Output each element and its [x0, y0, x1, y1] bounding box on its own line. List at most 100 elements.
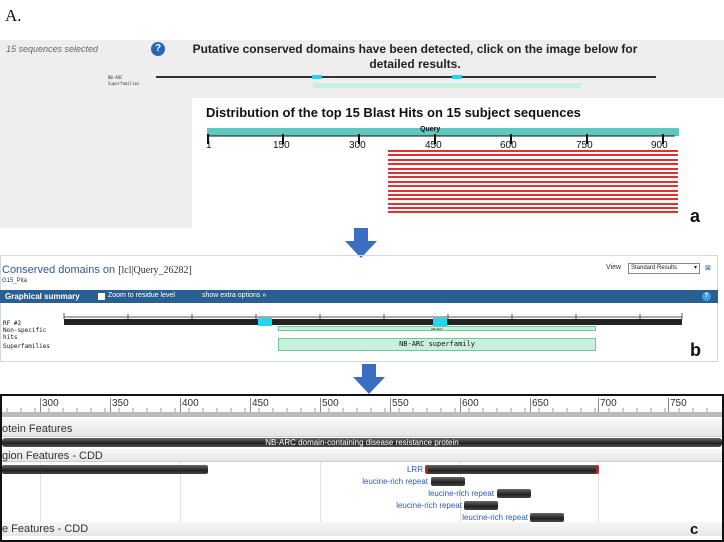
- ruler-major-tick: [598, 398, 599, 412]
- superfamily-bar[interactable]: NB-ARC superfamily: [278, 338, 596, 351]
- ruler-tick-label: 350: [112, 398, 129, 409]
- ruler-tick-label: 400: [182, 398, 199, 409]
- ruler-tick-label: 650: [532, 398, 549, 409]
- blast-hit-line[interactable]: [388, 171, 678, 174]
- feature-label-lrr-repeat[interactable]: leucine-rich repeat: [300, 477, 428, 486]
- region-features-track-header[interactable]: [2, 449, 722, 462]
- axis-tick-label: 1: [206, 140, 212, 151]
- query-label: Query: [420, 126, 441, 133]
- view-select-value: Standard Results: [631, 265, 678, 271]
- preview-row-label: Superfamilies: [108, 81, 140, 86]
- ruler-scroll-track[interactable]: [2, 412, 722, 417]
- domain-ruler: [63, 313, 683, 319]
- site-marker[interactable]: [433, 318, 447, 326]
- chevron-down-icon: ▾: [693, 265, 697, 271]
- down-arrow-icon: [345, 228, 377, 258]
- ruler-tick-label: 500: [322, 398, 339, 409]
- feature-label-lrr-repeat[interactable]: leucine-rich repeat: [332, 501, 462, 510]
- lrr-repeat-bar[interactable]: [431, 477, 465, 486]
- blast-hit-line[interactable]: [388, 202, 678, 205]
- ruler-tick-label: 750: [670, 398, 687, 409]
- blast-hit-line[interactable]: [388, 158, 678, 161]
- region-features-header: gion Features - CDD: [2, 450, 103, 462]
- grid-icon[interactable]: ⊠: [705, 264, 711, 272]
- site-features-header: e Features - CDD: [2, 523, 89, 535]
- ruler-major-tick: [320, 398, 321, 412]
- grid-line: [320, 462, 321, 522]
- site-marker[interactable]: [258, 318, 272, 326]
- down-arrow-icon: [353, 364, 385, 394]
- view-label: View: [606, 264, 622, 271]
- lrr-repeat-bar[interactable]: [530, 513, 564, 522]
- graphical-summary-title: Graphical summary: [5, 292, 80, 301]
- ruler-major-tick: [110, 398, 111, 412]
- preview-superfamily-bar: [313, 83, 581, 88]
- axis-tick-label: 150: [273, 140, 290, 151]
- ruler-tick-label: 550: [392, 398, 409, 409]
- zoom-label: Zoom to residue level: [108, 292, 175, 299]
- feature-label-lrr[interactable]: LRR: [330, 465, 423, 474]
- panel-letter-c: c: [690, 521, 699, 538]
- conserved-domains-heading: Conserved domains on [lcl|Query_26282]: [2, 264, 192, 276]
- help-icon[interactable]: ?: [151, 42, 165, 56]
- blast-distribution-title: Distribution of the top 15 Blast Hits on…: [206, 105, 581, 120]
- blast-hit-line[interactable]: [388, 176, 678, 179]
- preview-site-marker: [312, 75, 322, 79]
- query-id: [lcl|Query_26282]: [118, 265, 192, 276]
- protein-feature-label: NB-ARC domain-containing disease resista…: [265, 438, 459, 447]
- ruler-major-tick: [668, 398, 669, 412]
- site-features-track-header[interactable]: [2, 522, 722, 536]
- blast-hits: [388, 150, 678, 220]
- query-subtitle: G15_Pita: [2, 278, 28, 284]
- conserved-domains-title: Conserved domains on: [2, 264, 116, 276]
- ruler-tick-label: 300: [42, 398, 59, 409]
- conserved-domains-message: Putative conserved domains have been det…: [192, 42, 638, 71]
- lrr-repeat-bar[interactable]: [497, 489, 531, 498]
- lrr-feature-bar[interactable]: [425, 465, 599, 474]
- nonspecific-hit-bar[interactable]: NB-ARC: [278, 326, 596, 331]
- ruler-tick-label: 450: [252, 398, 269, 409]
- panel-letter-a: a: [690, 206, 701, 226]
- feature-label-lrr-repeat[interactable]: leucine-rich repeat: [364, 489, 494, 498]
- blast-hit-line[interactable]: [388, 211, 678, 214]
- region-feature-bar[interactable]: [2, 465, 208, 474]
- sequences-selected-count: 15 sequences selected: [6, 44, 99, 54]
- extra-options-link[interactable]: show extra options »: [202, 292, 266, 299]
- view-select[interactable]: Standard Results ▾: [628, 263, 700, 274]
- preview-site-marker: [452, 75, 462, 79]
- ruler-major-tick: [390, 398, 391, 412]
- blast-hit-line[interactable]: [388, 150, 678, 152]
- ruler-major-tick: [460, 398, 461, 412]
- row-label-rf: RF #2: [3, 320, 22, 327]
- preview-row-label: NB-ARC: [108, 75, 123, 80]
- cdd-preview-image[interactable]: [108, 72, 668, 94]
- query-sequence-bar: [64, 319, 682, 325]
- blast-hit-line[interactable]: [388, 185, 678, 188]
- ruler-major-tick: [40, 398, 41, 412]
- protein-features-track-header[interactable]: [2, 419, 722, 437]
- protein-features-header: otein Features: [2, 423, 73, 435]
- blast-hit-line[interactable]: [388, 167, 678, 170]
- row-label-superfamilies: Superfamilies: [3, 343, 50, 350]
- blast-hit-line[interactable]: [388, 163, 678, 166]
- ruler-major-tick: [250, 398, 251, 412]
- row-label-hits: hits: [3, 334, 18, 341]
- ruler-major-tick: [180, 398, 181, 412]
- figure-label: A.: [5, 6, 22, 25]
- row-label-nonspecific: Non-specific: [3, 327, 47, 334]
- blast-hit-line[interactable]: [388, 154, 678, 157]
- blast-hit-line[interactable]: [388, 189, 678, 192]
- axis-tick-label: 300: [349, 140, 366, 151]
- panel-letter-b: b: [690, 340, 701, 360]
- blast-hit-line[interactable]: [388, 193, 678, 196]
- blast-hit-line[interactable]: [388, 207, 678, 210]
- help-icon[interactable]: ?: [702, 292, 711, 301]
- ruler-major-tick: [530, 398, 531, 412]
- ruler-tick-label: 700: [600, 398, 617, 409]
- ruler-tick-label: 600: [462, 398, 479, 409]
- blast-hit-line[interactable]: [388, 180, 678, 183]
- blast-hit-line[interactable]: [388, 198, 678, 201]
- lrr-repeat-bar[interactable]: [464, 501, 498, 510]
- zoom-checkbox[interactable]: [98, 293, 105, 300]
- feature-label-lrr-repeat[interactable]: leucine-rich repeat: [398, 513, 528, 522]
